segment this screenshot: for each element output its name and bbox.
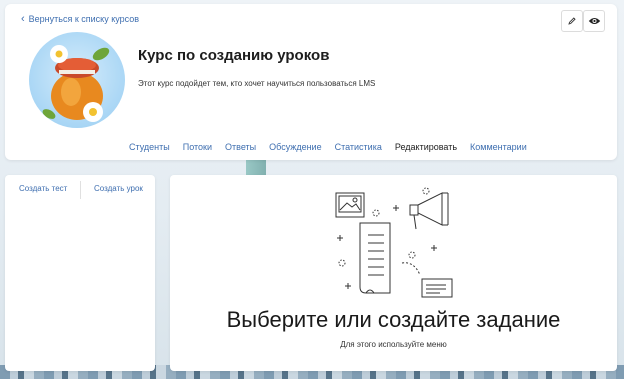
- content-panel: Выберите или создайте задание Для этого …: [170, 175, 617, 371]
- tab-streams[interactable]: Потоки: [183, 142, 212, 152]
- documents-megaphone-illustration: [335, 187, 453, 298]
- eye-icon: [588, 18, 600, 24]
- empty-state-title: Выберите или создайте задание: [226, 307, 561, 332]
- tab-discussion[interactable]: Обсуждение: [269, 142, 321, 152]
- tab-edit[interactable]: Редактировать: [395, 142, 457, 152]
- edit-course-button[interactable]: [561, 10, 583, 32]
- back-to-courses-link[interactable]: ‹ Вернуться к списку курсов: [21, 12, 140, 25]
- course-cover-image: [29, 32, 125, 128]
- course-header-card: ‹ Вернуться к списку курсов Курс по созд…: [5, 4, 617, 160]
- tab-answers[interactable]: Ответы: [225, 142, 256, 152]
- back-link-label: Вернуться к списку курсов: [28, 14, 140, 24]
- tab-statistics[interactable]: Статистика: [335, 142, 382, 152]
- pencil-icon: [568, 17, 576, 25]
- lesson-menu-panel: Создать тест Создать урок: [5, 175, 155, 371]
- preview-course-button[interactable]: [583, 10, 605, 32]
- course-title: Курс по созданию уроков: [138, 47, 330, 64]
- course-description: Этот курс подойдет тем, кто хочет научит…: [138, 79, 376, 88]
- tab-students[interactable]: Студенты: [129, 142, 170, 152]
- tab-comments[interactable]: Комментарии: [470, 142, 527, 152]
- empty-state-hint: Для этого используйте меню: [340, 340, 447, 349]
- create-test-button[interactable]: Создать тест: [19, 184, 67, 193]
- create-lesson-button[interactable]: Создать урок: [94, 184, 143, 193]
- honey-jar-image: [42, 45, 110, 122]
- menu-divider: [80, 181, 81, 199]
- chevron-left-icon: ‹: [21, 12, 25, 25]
- course-tabs: Студенты Потоки Ответы Обсуждение Статис…: [129, 142, 540, 152]
